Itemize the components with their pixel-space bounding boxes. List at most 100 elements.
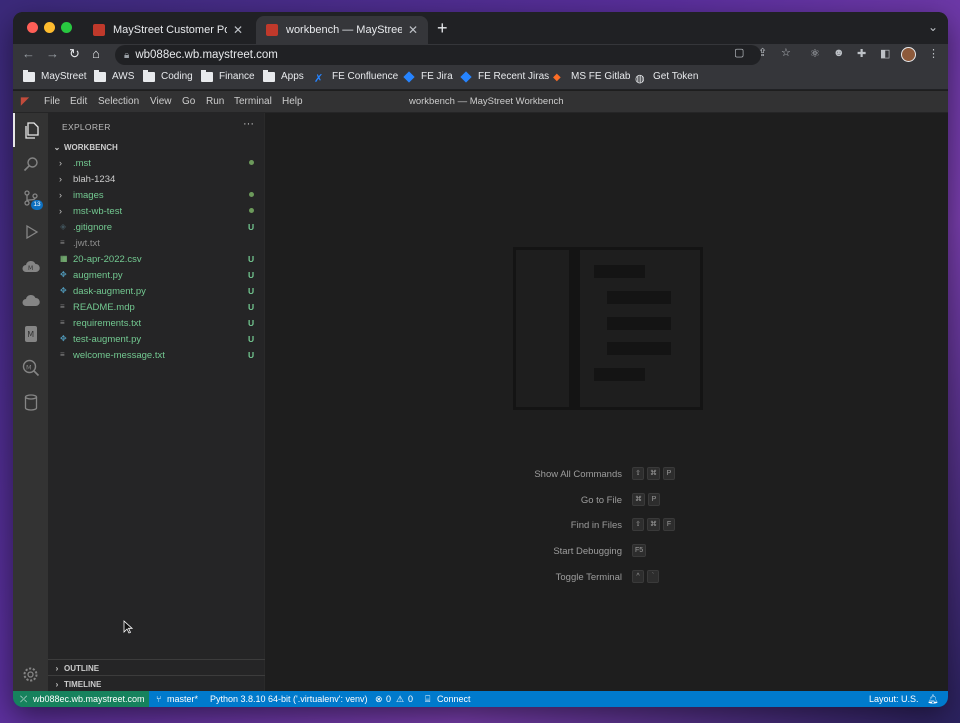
bookmark-aws[interactable]: AWS <box>94 69 134 82</box>
bookmark-ms-fe-gitlab[interactable]: ◆ MS FE Gitlab <box>553 71 631 83</box>
tree-item-welcome-message[interactable]: ≡ welcome-message.txt U <box>48 347 265 363</box>
tree-item-test-augment[interactable]: ✥ test-augment.py U <box>48 331 265 347</box>
command-show-all-commands[interactable]: Show All Commands ⇧ ⌘ P <box>265 467 948 483</box>
tab-search-chevron-icon[interactable]: ⌄ <box>928 20 938 34</box>
browser-toolbar: ← → ↻ ⌂ 🔒︎ wb088ec.wb.maystreet.com ▢ ⇪ … <box>13 44 948 66</box>
tab-close-icon[interactable]: ✕ <box>233 23 243 37</box>
command-toggle-terminal[interactable]: Toggle Terminal ^ ` <box>265 570 948 586</box>
tab-title: MayStreet Customer Portal <box>113 24 227 36</box>
bookmark-apps[interactable]: Apps <box>263 69 304 82</box>
command-label: Go to File <box>580 495 622 506</box>
connect-button[interactable]: Connect <box>437 694 471 704</box>
cloud-m-icon[interactable]: M <box>13 249 48 283</box>
close-window-button[interactable] <box>27 22 38 33</box>
notifications-bell-icon[interactable]: 🔔︎ <box>927 694 938 705</box>
database-icon[interactable] <box>13 385 48 419</box>
run-debug-icon[interactable] <box>13 215 48 249</box>
reload-icon[interactable]: ↻ <box>69 46 80 62</box>
bookmark-get-token[interactable]: ◍ Get Token <box>635 71 699 85</box>
error-count[interactable]: 0 <box>386 694 391 704</box>
editor-area: Show All Commands ⇧ ⌘ P Go to File ⌘ P F… <box>265 113 948 691</box>
search-icon[interactable] <box>13 147 48 181</box>
tree-item-requirements[interactable]: ≡ requirements.txt U <box>48 315 265 331</box>
tab-close-icon[interactable]: ✕ <box>408 23 418 37</box>
install-app-icon[interactable]: ▢ <box>734 46 744 59</box>
explorer-more-icon[interactable]: ··· <box>243 118 254 130</box>
tab-strip: MayStreet Customer Portal ✕ workbench — … <box>13 12 948 44</box>
bookmark-star-icon[interactable]: ☆ <box>781 46 791 59</box>
tree-item-gitignore[interactable]: ◈ .gitignore U <box>48 219 265 235</box>
maystreet-notebook-icon[interactable]: M <box>13 317 48 351</box>
menu-terminal[interactable]: Terminal <box>234 96 272 107</box>
tree-item-mst-wb-test[interactable]: › mst-wb-test <box>48 203 265 219</box>
menu-kebab-icon[interactable]: ⋮ <box>928 47 939 60</box>
new-tab-button[interactable]: + <box>437 18 448 39</box>
bookmark-fe-confluence[interactable]: ✗ FE Confluence <box>314 71 398 85</box>
tree-item-label: augment.py <box>73 269 123 281</box>
tree-item-csv[interactable]: ▦ 20-apr-2022.csv U <box>48 251 265 267</box>
settings-gear-icon[interactable] <box>13 657 48 691</box>
profile-avatar[interactable] <box>901 47 916 62</box>
menu-selection[interactable]: Selection <box>98 96 139 107</box>
menu-file[interactable]: File <box>44 96 60 107</box>
tree-item-blah[interactable]: › blah-1234 <box>48 171 265 187</box>
tab-workbench[interactable]: workbench — MayStreet Workbench ✕ <box>256 16 428 44</box>
extension-face-icon[interactable]: ☻ <box>833 47 845 59</box>
maystreet-search-icon[interactable]: M <box>13 351 48 385</box>
bookmark-maystreet[interactable]: MayStreet <box>23 69 87 82</box>
tree-item-label: mst-wb-test <box>73 205 123 217</box>
tab-title: workbench — MayStreet Workbench <box>286 24 402 36</box>
back-arrow-icon[interactable]: ← <box>22 46 35 61</box>
svg-text:M: M <box>27 330 34 339</box>
command-start-debugging[interactable]: Start Debugging F5 <box>265 544 948 560</box>
browser-window: MayStreet Customer Portal ✕ workbench — … <box>13 12 948 707</box>
tree-item-images[interactable]: › images <box>48 187 265 203</box>
warning-count[interactable]: 0 <box>408 694 413 704</box>
menu-edit[interactable]: Edit <box>70 96 87 107</box>
python-interpreter[interactable]: Python 3.8.10 64-bit ('.virtualenv': ven… <box>210 694 368 704</box>
keybinding: ⇧ ⌘ F <box>632 518 678 531</box>
bookmark-label: MayStreet <box>41 71 87 82</box>
tab-maystreet-portal[interactable]: MayStreet Customer Portal ✕ <box>83 16 253 44</box>
remote-indicator[interactable]: ⤫ wb088ec.wb.maystreet.com <box>13 691 149 707</box>
address-bar[interactable]: 🔒︎ wb088ec.wb.maystreet.com <box>115 45 761 65</box>
home-icon[interactable]: ⌂ <box>92 46 100 61</box>
command-go-to-file[interactable]: Go to File ⌘ P <box>265 493 948 509</box>
bookmark-coding[interactable]: Coding <box>143 69 193 82</box>
tree-item-mst[interactable]: › .mst <box>48 155 265 171</box>
menu-go[interactable]: Go <box>182 96 195 107</box>
git-branch[interactable]: master* <box>167 694 198 704</box>
bookmark-label: Get Token <box>653 71 699 82</box>
zoom-window-button[interactable] <box>61 22 72 33</box>
workbench-root-section[interactable]: ⌄ WORKBENCH <box>48 139 265 155</box>
source-control-icon[interactable]: 13 <box>13 181 48 215</box>
error-icon: ⊗ <box>375 694 383 704</box>
key-cmd: ⌘ <box>647 518 660 531</box>
keyboard-layout[interactable]: Layout: U.S. <box>869 694 919 704</box>
folder-icon <box>143 69 155 82</box>
command-find-in-files[interactable]: Find in Files ⇧ ⌘ F <box>265 518 948 534</box>
tree-item-readme[interactable]: ≡ README.mdp U <box>48 299 265 315</box>
share-icon[interactable]: ⇪ <box>758 46 767 59</box>
tree-item-jwt[interactable]: ≡ .jwt.txt <box>48 235 265 251</box>
timeline-section[interactable]: › TIMELINE <box>48 676 265 692</box>
tree-item-dask-augment[interactable]: ✥ dask-augment.py U <box>48 283 265 299</box>
menu-view[interactable]: View <box>150 96 172 107</box>
bookmark-finance[interactable]: Finance <box>201 69 255 82</box>
untracked-badge: U <box>248 350 255 360</box>
explorer-files-icon[interactable] <box>13 113 48 147</box>
menu-help[interactable]: Help <box>282 96 303 107</box>
react-devtools-icon[interactable]: ⚛ <box>810 47 820 60</box>
bookmark-label: MS FE Gitlab <box>571 71 631 82</box>
side-panel-icon[interactable]: ◧ <box>880 47 890 60</box>
outline-section[interactable]: › OUTLINE <box>48 660 265 676</box>
tree-item-augment[interactable]: ✥ augment.py U <box>48 267 265 283</box>
forward-arrow-icon[interactable]: → <box>46 46 59 61</box>
menu-run[interactable]: Run <box>206 96 224 107</box>
extensions-puzzle-icon[interactable]: ✚ <box>857 47 866 60</box>
bookmark-fe-jira[interactable]: FE Jira <box>403 70 453 83</box>
bookmark-fe-recent-jiras[interactable]: FE Recent Jiras <box>460 70 549 83</box>
status-bar: ⤫ wb088ec.wb.maystreet.com ⑂ master* Pyt… <box>13 691 948 707</box>
cloud-icon[interactable] <box>13 283 48 317</box>
minimize-window-button[interactable] <box>44 22 55 33</box>
